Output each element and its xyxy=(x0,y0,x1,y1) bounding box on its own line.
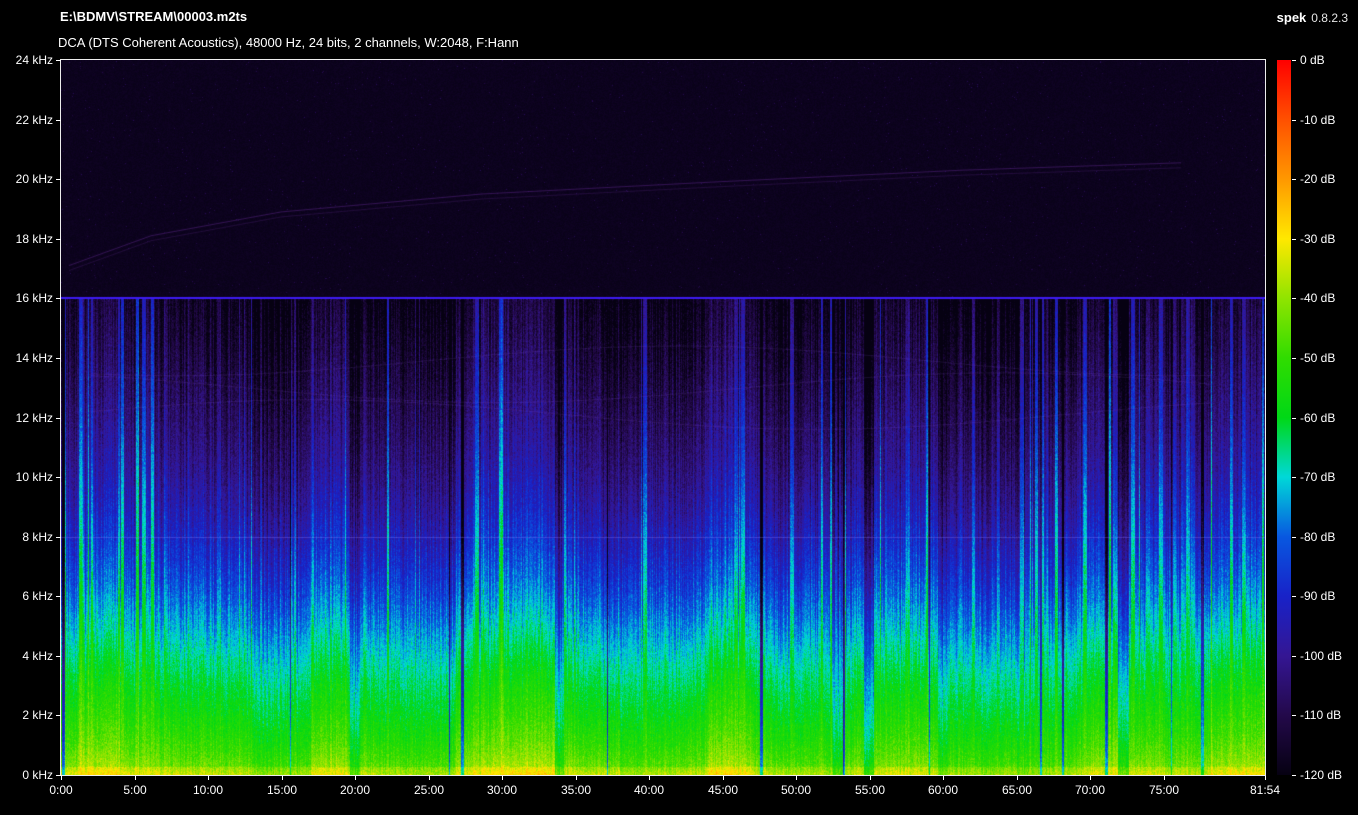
freq-tick-label: 16 kHz xyxy=(15,291,53,306)
freq-tick-mark xyxy=(56,120,61,121)
time-tick-mark xyxy=(1164,776,1165,780)
app-version: 0.8.2.3 xyxy=(1311,11,1348,25)
freq-tick-label: 0 kHz xyxy=(22,768,53,782)
freq-tick-mark xyxy=(56,715,61,716)
db-tick-label: -30 dB xyxy=(1300,231,1336,246)
freq-tick-mark xyxy=(56,179,61,180)
db-tick-label: -20 dB xyxy=(1300,172,1336,187)
spectrogram-canvas xyxy=(61,60,1265,775)
time-tick-label: 10:00 xyxy=(192,783,224,797)
time-tick-label: 20:00 xyxy=(339,783,371,797)
db-tick-label: -70 dB xyxy=(1300,470,1336,485)
freq-tick-label: 4 kHz xyxy=(22,648,53,663)
db-tick-mark xyxy=(1292,179,1296,180)
db-tick-mark xyxy=(1292,239,1296,240)
time-tick-mark xyxy=(723,776,724,780)
db-tick-label: -40 dB xyxy=(1300,291,1336,306)
freq-tick-mark xyxy=(56,298,61,299)
freq-tick-label: 20 kHz xyxy=(15,172,53,187)
time-tick-label: 35:00 xyxy=(560,783,592,797)
db-colorbar xyxy=(1277,60,1291,775)
db-tick-mark xyxy=(1292,358,1296,359)
time-tick-mark xyxy=(796,776,797,780)
time-tick-label: 25:00 xyxy=(413,783,445,797)
db-tick-label: -90 dB xyxy=(1300,589,1336,604)
time-tick-mark xyxy=(135,776,136,780)
audio-info-subtitle: DCA (DTS Coherent Acoustics), 48000 Hz, … xyxy=(58,35,519,50)
db-tick-mark xyxy=(1292,60,1296,61)
time-tick-mark xyxy=(502,776,503,780)
db-tick-label: -80 dB xyxy=(1300,529,1336,544)
time-tick-mark xyxy=(576,776,577,780)
db-tick-mark xyxy=(1292,656,1296,657)
app-name: spek xyxy=(1276,10,1307,25)
time-tick-mark xyxy=(61,776,62,780)
db-tick-label: -100 dB xyxy=(1300,648,1343,663)
db-tick-label: -120 dB xyxy=(1300,768,1343,782)
db-tick-mark xyxy=(1292,537,1296,538)
time-tick-mark xyxy=(1017,776,1018,780)
freq-tick-mark xyxy=(56,656,61,657)
time-tick-label: 65:00 xyxy=(1001,783,1033,797)
time-tick-label: 5:00 xyxy=(123,783,147,797)
duration-label: 81:54 xyxy=(1249,783,1281,797)
time-tick-label: 55:00 xyxy=(854,783,886,797)
freq-tick-label: 10 kHz xyxy=(15,470,53,485)
db-tick-label: -60 dB xyxy=(1300,410,1336,425)
app-brand: spek 0.8.2.3 xyxy=(1277,10,1348,25)
time-tick-label: 70:00 xyxy=(1074,783,1106,797)
freq-tick-label: 12 kHz xyxy=(15,410,53,425)
freq-tick-mark xyxy=(56,596,61,597)
time-tick-label: 15:00 xyxy=(266,783,298,797)
freq-tick-mark xyxy=(56,60,61,61)
freq-tick-label: 24 kHz xyxy=(15,53,53,67)
freq-tick-label: 22 kHz xyxy=(15,112,53,127)
time-tick-label: 60:00 xyxy=(927,783,959,797)
db-tick-mark xyxy=(1292,418,1296,419)
db-tick-mark xyxy=(1292,477,1296,478)
freq-tick-label: 6 kHz xyxy=(22,589,53,604)
time-tick-label: 50:00 xyxy=(780,783,812,797)
freq-tick-mark xyxy=(56,477,61,478)
db-tick-mark xyxy=(1292,120,1296,121)
time-tick-label: 30:00 xyxy=(486,783,518,797)
db-tick-mark xyxy=(1292,298,1296,299)
time-tick-mark xyxy=(208,776,209,780)
time-tick-mark xyxy=(355,776,356,780)
time-tick-mark xyxy=(649,776,650,780)
time-tick-label: 45:00 xyxy=(707,783,739,797)
freq-tick-mark xyxy=(56,418,61,419)
time-tick-mark xyxy=(282,776,283,780)
spek-window: E:\BDMV\STREAM\00003.m2ts DCA (DTS Coher… xyxy=(0,0,1358,815)
time-tick-mark xyxy=(943,776,944,780)
time-tick-label: 40:00 xyxy=(633,783,665,797)
db-tick-label: 0 dB xyxy=(1300,53,1325,67)
db-tick-mark xyxy=(1292,775,1296,776)
time-tick-mark xyxy=(1090,776,1091,780)
db-tick-label: -50 dB xyxy=(1300,350,1336,365)
db-tick-mark xyxy=(1292,715,1296,716)
db-tick-mark xyxy=(1292,596,1296,597)
time-tick-mark xyxy=(870,776,871,780)
spectrogram-plot xyxy=(60,59,1266,776)
freq-tick-label: 2 kHz xyxy=(22,708,53,723)
freq-tick-label: 14 kHz xyxy=(15,350,53,365)
freq-tick-mark xyxy=(56,239,61,240)
freq-tick-label: 8 kHz xyxy=(22,529,53,544)
db-tick-label: -110 dB xyxy=(1300,708,1342,723)
time-end-tick-mark xyxy=(1265,776,1266,780)
freq-tick-mark xyxy=(56,358,61,359)
file-path-title: E:\BDMV\STREAM\00003.m2ts xyxy=(60,9,248,24)
freq-tick-label: 18 kHz xyxy=(15,231,53,246)
freq-tick-mark xyxy=(56,537,61,538)
db-tick-label: -10 dB xyxy=(1300,112,1336,127)
time-tick-mark xyxy=(429,776,430,780)
time-tick-label: 75:00 xyxy=(1148,783,1180,797)
time-tick-label: 0:00 xyxy=(49,783,73,797)
